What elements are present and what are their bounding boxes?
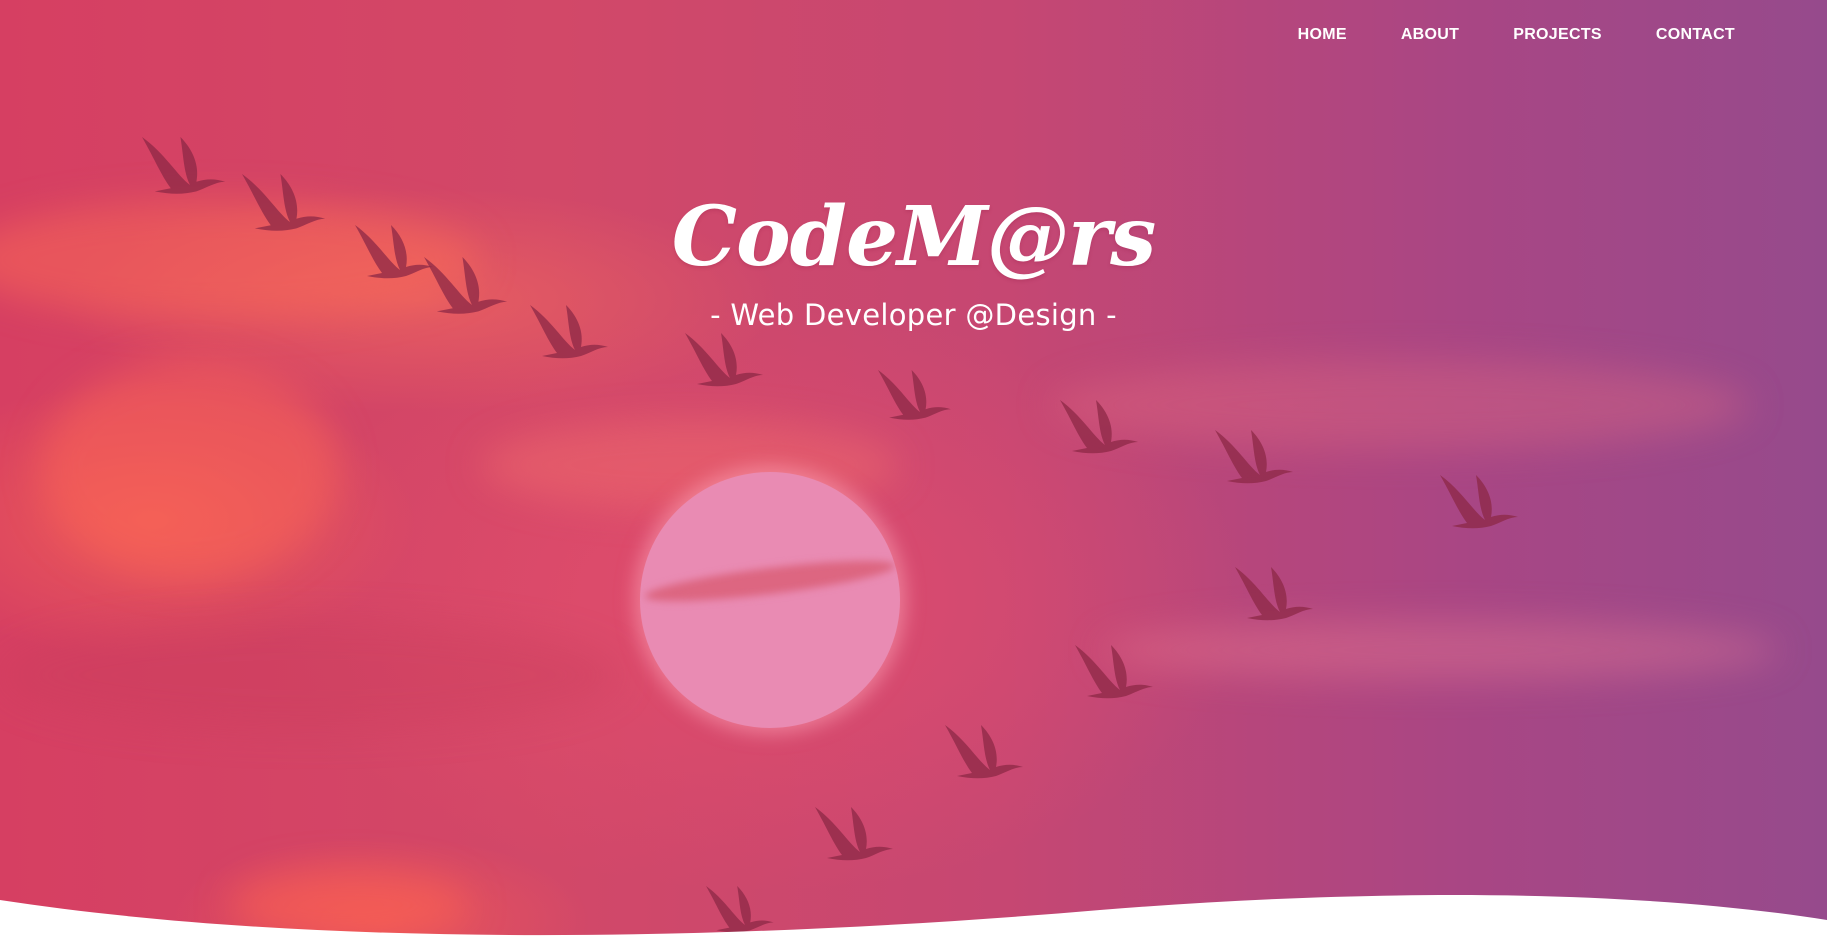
site-title: CodeM@rs	[671, 189, 1157, 285]
bottom-wave	[0, 895, 1827, 948]
nav-contact-link[interactable]: CONTACT	[1656, 26, 1735, 44]
bird-icon	[945, 725, 1023, 779]
flock-of-birds	[142, 137, 1518, 933]
bird-icon	[1060, 400, 1138, 454]
hero-section: HOME ABOUT PROJECTS CONTACT CodeM@rs - W…	[0, 0, 1827, 948]
nav-about-link[interactable]: ABOUT	[1401, 26, 1459, 44]
site-subtitle: - Web Developer @Design -	[710, 298, 1117, 332]
nav-home-link[interactable]: HOME	[1298, 26, 1347, 44]
bird-icon	[1075, 645, 1153, 699]
nav-projects-link[interactable]: PROJECTS	[1513, 26, 1602, 44]
bird-icon	[1215, 430, 1293, 484]
bird-icon	[1235, 567, 1313, 621]
main-nav: HOME ABOUT PROJECTS CONTACT	[1298, 26, 1735, 44]
bird-icon	[142, 137, 226, 194]
bird-icon	[878, 370, 951, 420]
bird-icon	[685, 333, 763, 387]
hero-brand: CodeM@rs - Web Developer @Design -	[0, 196, 1827, 332]
bird-icon	[1440, 475, 1518, 529]
